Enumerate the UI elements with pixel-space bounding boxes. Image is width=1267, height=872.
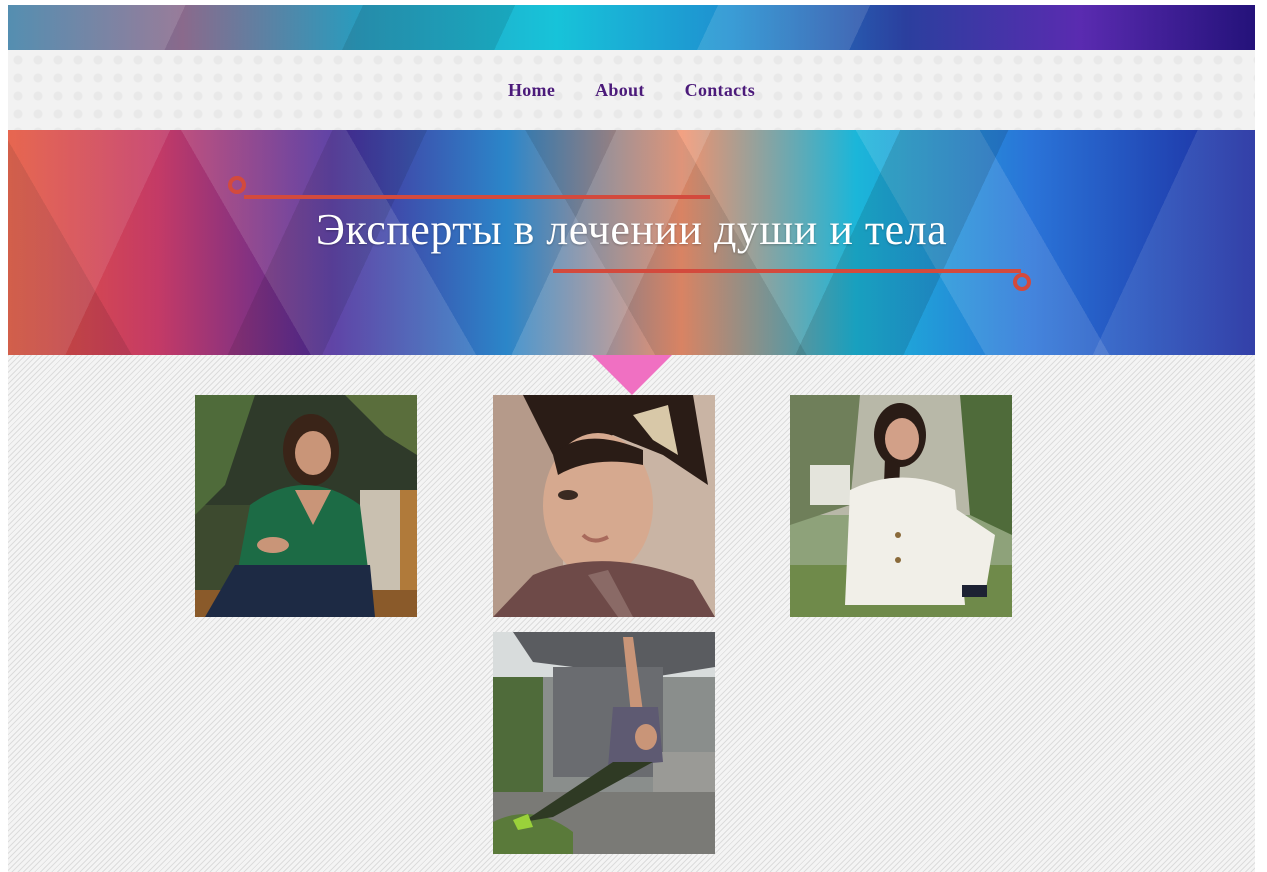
nav-link-contacts[interactable]: Contacts: [685, 80, 755, 101]
woman-white-coat-photo: [790, 395, 1012, 617]
experts-section: [8, 355, 1255, 872]
decorative-line-bottom: [553, 269, 1021, 273]
man-side-plank-photo: [493, 632, 715, 854]
hero-banner: Эксперты в лечении души и тела: [8, 130, 1255, 355]
section-pointer-arrow: [592, 355, 672, 395]
hero-title: Эксперты в лечении души и тела: [315, 205, 948, 254]
nav-link-about[interactable]: About: [595, 80, 645, 101]
decorative-line-top: [244, 195, 710, 199]
nav-link-home[interactable]: Home: [508, 80, 555, 101]
expert-photo-2[interactable]: [493, 395, 715, 617]
expert-photo-4[interactable]: [493, 632, 715, 854]
page: Home About Contacts Эксперты в лечении д…: [8, 5, 1255, 872]
expert-photo-3[interactable]: [790, 395, 1012, 617]
top-decorative-banner: [8, 5, 1255, 50]
expert-photo-1[interactable]: [195, 395, 417, 617]
woman-short-hair-closeup-photo: [493, 395, 715, 617]
woman-green-sweater-photo: [195, 395, 417, 617]
decorative-ring-left-icon: [228, 176, 246, 194]
decorative-ring-right-icon: [1013, 273, 1031, 291]
main-navigation: Home About Contacts: [8, 50, 1255, 130]
